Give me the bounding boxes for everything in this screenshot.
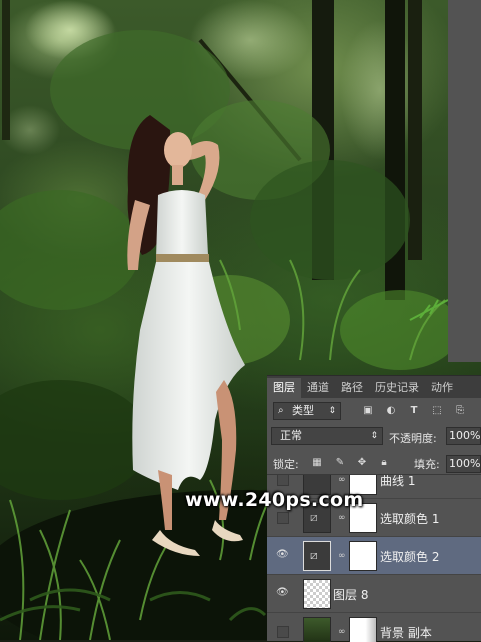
filter-kind-dropdown[interactable]: ⌕ 类型 ⇕ [273,402,341,420]
lock-row: 锁定: ▦ ✎ ✥ 🔒︎ 填充: 100% [267,452,481,474]
lock-all-icon[interactable]: 🔒︎ [378,457,390,469]
filter-kind-label: 类型 [292,404,314,417]
blend-row: 正常 ⇕ 不透明度: 100% [267,424,481,448]
layer-name: 图层 8 [333,588,369,602]
lock-label: 锁定: [273,458,299,471]
tab-actions[interactable]: 动作 [425,378,459,398]
tab-channels[interactable]: 通道 [301,378,335,398]
tab-paths[interactable]: 路径 [335,378,369,398]
layer-row-selected[interactable]: 👁︎ ⧄ ∞ 选取颜色 2 [267,537,481,575]
lock-pixels-icon[interactable]: ✎ [334,457,346,469]
layer-row[interactable]: ∞ 背景 副本 [267,613,481,642]
lock-position-icon[interactable]: ✥ [356,457,368,469]
layer-name: 背景 副本 [380,626,432,640]
link-icon[interactable]: ∞ [338,513,346,523]
link-icon[interactable]: ∞ [338,627,346,637]
visibility-toggle[interactable] [277,512,289,524]
transparent-thumbnail [303,579,331,609]
tab-layers[interactable]: 图层 [267,378,301,398]
image-thumbnail [303,617,331,642]
visibility-toggle[interactable] [277,475,289,486]
eye-icon[interactable]: 👁︎ [276,587,289,599]
link-icon[interactable]: ∞ [338,475,346,485]
watermark-text: www.240ps.com [185,489,364,511]
mask-thumbnail[interactable] [349,541,377,571]
filter-row: ⌕ 类型 ⇕ ▣ ◐ T ⬚ ⎘ [267,399,481,423]
layer-name: 曲线 1 [380,474,416,488]
panel-tabs: 图层 通道 路径 历史记录 动作 [267,376,481,398]
chevron-updown-icon: ⇕ [328,406,336,416]
canvas-edge-panel [448,0,481,362]
smart-object-filter-icon[interactable]: ⎘ [454,405,466,417]
lock-transparency-icon[interactable]: ▦ [311,457,323,469]
tab-history[interactable]: 历史记录 [369,378,425,398]
layer-name: 选取颜色 1 [380,512,440,526]
selective-color-icon: ⧄ [310,548,318,562]
eye-icon[interactable]: 👁︎ [276,549,289,561]
shape-filter-icon[interactable]: ⬚ [431,405,443,417]
chevron-updown-icon: ⇕ [370,431,378,441]
fill-input[interactable]: 100% [446,455,481,473]
search-icon: ⌕ [278,405,284,416]
opacity-input[interactable]: 100% [446,427,481,445]
fill-label: 填充: [414,458,440,471]
fill-value: 100% [449,457,481,470]
adjustment-thumbnail: ⧄ [303,541,331,571]
link-icon[interactable]: ∞ [338,551,346,561]
mask-thumbnail[interactable] [349,617,377,642]
visibility-toggle[interactable] [277,626,289,638]
adjustment-filter-icon[interactable]: ◐ [385,405,397,417]
layer-name: 选取颜色 2 [380,550,440,564]
blend-mode-dropdown[interactable]: 正常 ⇕ [271,427,383,445]
type-filter-icon[interactable]: T [408,405,420,417]
layer-row[interactable]: 👁︎ 图层 8 [267,575,481,613]
blend-mode-value: 正常 [280,429,302,442]
opacity-value: 100% [449,429,481,442]
image-filter-icon[interactable]: ▣ [362,405,374,417]
selective-color-icon: ⧄ [310,510,318,524]
opacity-label: 不透明度: [389,432,437,445]
